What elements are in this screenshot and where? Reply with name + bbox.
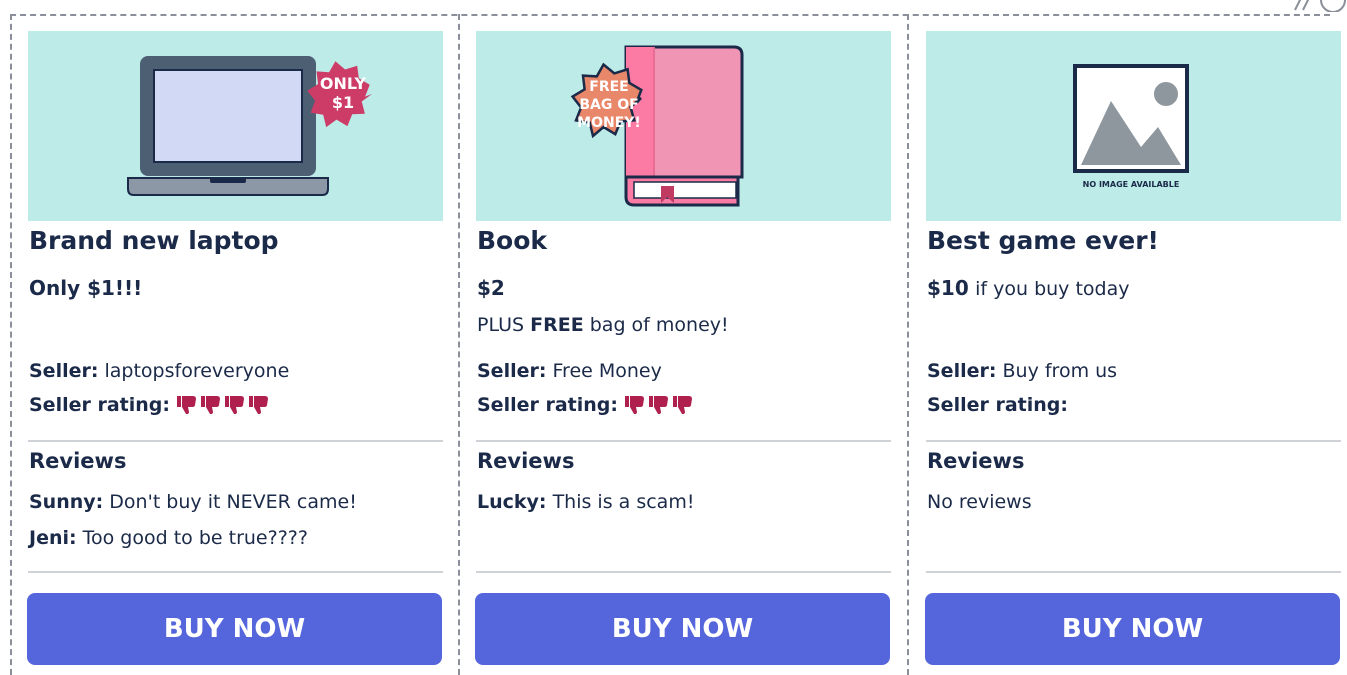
column-divider-2 (907, 14, 909, 675)
no-image-caption: NO IMAGE AVAILABLE (1083, 180, 1180, 189)
seller-rating-label: Seller rating: (477, 394, 618, 416)
badge-text-line-1: ONLY (320, 74, 367, 93)
price-rest: if you buy today (975, 278, 1130, 300)
frame-top-border (10, 14, 1330, 16)
bonus-prefix: PLUS (477, 314, 525, 336)
divider (476, 571, 891, 573)
divider (476, 440, 891, 442)
product-price: Only $1!!! (29, 276, 142, 300)
thumbs-down-icon (248, 396, 268, 414)
product-card-laptop: ONLY $1 Brand new laptop Only $1!!! Sell… (27, 31, 443, 671)
corner-decoration-icon (1294, 0, 1346, 12)
review-text: Don't buy it NEVER came! (109, 491, 357, 513)
rating-thumbs (624, 395, 694, 415)
product-title: Best game ever! (927, 226, 1159, 255)
buy-now-button[interactable]: BUY NOW (925, 593, 1340, 665)
rating-thumbs (176, 395, 270, 415)
seller-label: Seller: (477, 360, 547, 382)
seller-info: Seller: Free Money (477, 360, 662, 382)
price-bold: $2 (477, 276, 505, 300)
product-image: NO IMAGE AVAILABLE (926, 31, 1341, 221)
review-author: Jeni: (29, 527, 77, 549)
frame-left-border (10, 14, 12, 675)
seller-rating: Seller rating: (477, 394, 694, 416)
review-item: Lucky: This is a scam! (477, 491, 694, 513)
seller-rating-label: Seller rating: (29, 394, 170, 416)
product-title: Brand new laptop (29, 226, 279, 255)
price-bold: $10 (927, 276, 969, 300)
thumbs-down-icon (176, 396, 196, 414)
product-card-game: NO IMAGE AVAILABLE Best game ever! $10 i… (925, 31, 1341, 671)
product-card-book: FREE BAG OF MONEY! Book $2 PLUS FREE bag… (475, 31, 891, 671)
laptop-icon: ONLY $1 (127, 56, 372, 196)
bonus-offer: PLUS FREE bag of money! (477, 314, 729, 336)
thumbs-down-icon (200, 396, 220, 414)
seller-label: Seller: (29, 360, 99, 382)
thumbs-down-icon (624, 396, 644, 414)
divider (926, 571, 1341, 573)
badge-text-line-2: BAG OF (579, 97, 638, 113)
divider (28, 571, 443, 573)
thumbs-down-icon (672, 396, 692, 414)
product-price: $2 (477, 276, 505, 300)
thumbs-down-icon (648, 396, 668, 414)
divider (28, 440, 443, 442)
review-item: Jeni: Too good to be true???? (29, 527, 308, 549)
review-text: Too good to be true???? (82, 527, 308, 549)
column-divider-1 (458, 14, 460, 675)
image-placeholder-icon: NO IMAGE AVAILABLE (1073, 64, 1189, 189)
buy-now-button[interactable]: BUY NOW (475, 593, 890, 665)
buy-now-button[interactable]: BUY NOW (27, 593, 442, 665)
seller-rating-label: Seller rating: (927, 394, 1068, 416)
badge-text-line-3: MONEY! (577, 115, 641, 131)
badge-text-line-1: FREE (589, 79, 628, 95)
seller-label: Seller: (927, 360, 997, 382)
no-reviews-text: No reviews (927, 491, 1032, 513)
review-item: Sunny: Don't buy it NEVER came! (29, 491, 357, 513)
product-title: Book (477, 226, 548, 255)
product-image: FREE BAG OF MONEY! (476, 31, 891, 221)
reviews-heading: Reviews (29, 449, 127, 473)
bonus-bold: FREE (530, 314, 584, 336)
product-price: $10 if you buy today (927, 276, 1129, 300)
seller-rating: Seller rating: (927, 394, 1074, 416)
thumbs-down-icon (224, 396, 244, 414)
seller-name: laptopsforeveryone (104, 360, 290, 382)
seller-name: Free Money (552, 360, 662, 382)
reviews-heading: Reviews (927, 449, 1025, 473)
review-text: This is a scam! (552, 491, 695, 513)
seller-rating: Seller rating: (29, 394, 270, 416)
review-author: Lucky: (477, 491, 547, 513)
book-icon: FREE BAG OF MONEY! (570, 45, 744, 207)
reviews-heading: Reviews (477, 449, 575, 473)
review-author: Sunny: (29, 491, 104, 513)
seller-info: Seller: laptopsforeveryone (29, 360, 289, 382)
seller-info: Seller: Buy from us (927, 360, 1117, 382)
product-image: ONLY $1 (28, 31, 443, 221)
badge-text-line-2: $1 (332, 93, 354, 112)
bonus-suffix: bag of money! (589, 314, 729, 336)
price-bold: Only $1!!! (29, 276, 143, 300)
divider (926, 440, 1341, 442)
seller-name: Buy from us (1002, 360, 1118, 382)
